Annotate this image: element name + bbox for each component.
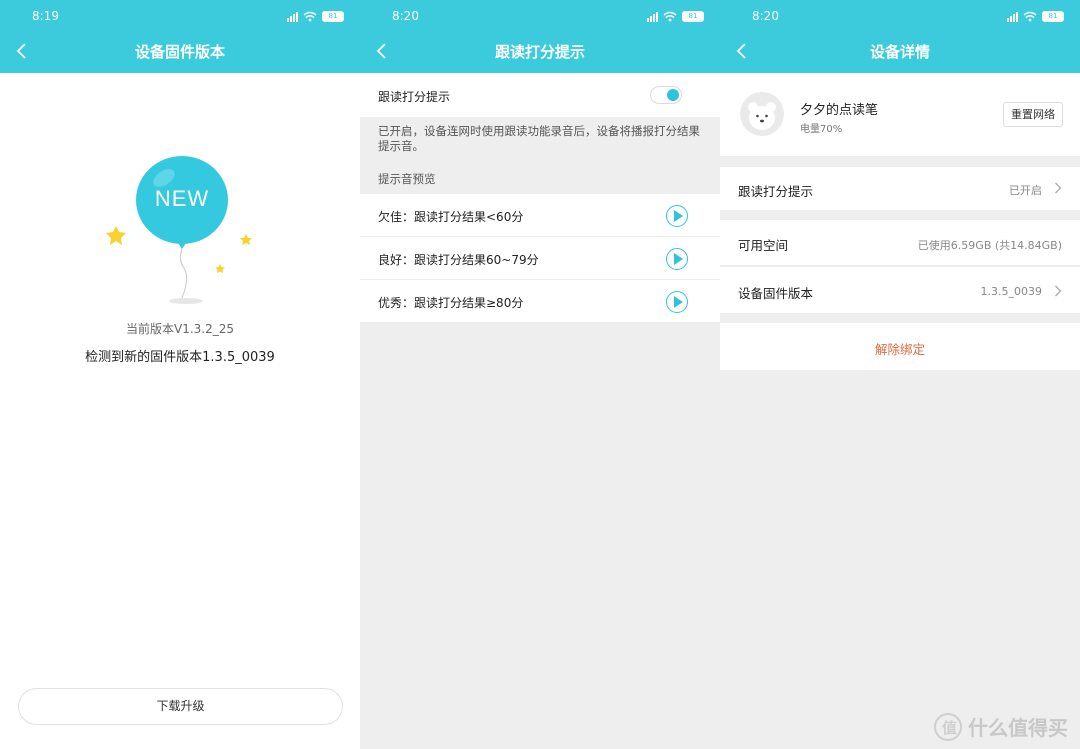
title-bar: 8:19 81 设备固件版本 xyxy=(0,0,360,73)
current-version: 当前版本V1.3.2_25 xyxy=(125,322,234,336)
preview-label: 欠佳：跟读打分结果<60分 xyxy=(378,210,524,224)
page-title: 跟读打分提示 xyxy=(494,43,585,61)
title-bar: 8:20 81 跟读打分提示 xyxy=(360,0,720,73)
firmware-version-screen: 8:19 81 设备固件版本 NEW 当前版本V1.3.2_25 检测到新的固件… xyxy=(0,0,360,749)
row-value: 已开启 xyxy=(1009,184,1042,197)
battery-icon: 81 xyxy=(322,10,344,22)
status-time: 8:20 xyxy=(752,9,779,23)
play-icon xyxy=(674,210,683,222)
status-icons: 81 xyxy=(1007,9,1064,23)
status-icons: 81 xyxy=(647,9,704,23)
section-header: 提示音预览 xyxy=(378,172,436,186)
wifi-icon xyxy=(1023,11,1037,21)
play-icon xyxy=(674,253,683,265)
play-icon xyxy=(674,296,683,308)
settings-row-score-tip[interactable]: 跟读打分提示 已开启 xyxy=(720,167,1080,210)
preview-label: 优秀：跟读打分结果≥80分 xyxy=(378,296,524,310)
device-name: 夕夕的点读笔 xyxy=(800,103,879,118)
preview-row-poor[interactable]: 欠佳：跟读打分结果<60分 xyxy=(360,194,720,237)
row-value: 已使用6.59GB (共14.84GB) xyxy=(917,239,1062,252)
bear-icon xyxy=(748,102,776,130)
toggle-label: 跟读打分提示 xyxy=(378,90,451,104)
unbind-row[interactable]: 解除绑定 xyxy=(720,323,1080,370)
page-title: 设备详情 xyxy=(869,43,930,61)
chevron-right-icon xyxy=(1055,285,1062,297)
star-icon xyxy=(215,264,225,273)
device-detail-screen: 8:20 81 设备详情 夕夕的点读笔 电量70% 重置网络 跟读打分提示 已开… xyxy=(720,0,1080,749)
chevron-right-icon xyxy=(1055,182,1062,194)
preview-label: 良好：跟读打分结果60~79分 xyxy=(378,253,539,267)
settings-row-firmware[interactable]: 设备固件版本 1.3.5_0039 xyxy=(720,267,1080,313)
wifi-icon xyxy=(303,11,317,21)
signal-icon xyxy=(1007,11,1018,22)
device-battery: 电量70% xyxy=(800,124,843,135)
reset-network-button[interactable]: 重置网络 xyxy=(1003,102,1063,127)
play-button[interactable] xyxy=(666,291,688,313)
device-card: 夕夕的点读笔 电量70% 重置网络 xyxy=(720,73,1080,156)
signal-icon xyxy=(647,11,658,22)
score-tip-toggle-row: 跟读打分提示 xyxy=(360,73,720,117)
play-button[interactable] xyxy=(666,248,688,270)
score-tip-toggle[interactable] xyxy=(650,86,682,104)
preview-row-good[interactable]: 良好：跟读打分结果60~79分 xyxy=(360,237,720,280)
star-icon xyxy=(106,226,126,245)
watermark-text: 什么值得买 xyxy=(968,716,1068,740)
star-icon xyxy=(240,234,252,245)
wifi-icon xyxy=(663,11,677,21)
row-label: 跟读打分提示 xyxy=(738,184,814,199)
new-version-notice: 检测到新的固件版本1.3.5_0039 xyxy=(85,350,275,365)
preview-row-excellent[interactable]: 优秀：跟读打分结果≥80分 xyxy=(360,280,720,323)
battery-icon: 81 xyxy=(682,10,704,22)
device-avatar xyxy=(740,92,784,136)
watermark-logo-icon: 值 xyxy=(934,712,962,741)
new-balloon-illustration: NEW xyxy=(100,150,265,310)
title-bar: 8:20 81 设备详情 xyxy=(720,0,1080,73)
settings-row-storage[interactable]: 可用空间 已使用6.59GB (共14.84GB) xyxy=(720,220,1080,266)
balloon-label: NEW xyxy=(154,186,210,211)
toggle-description: 已开启，设备连网时使用跟读功能录音后，设备将播报打分结果提示音。 xyxy=(378,124,700,153)
battery-icon: 81 xyxy=(1042,10,1064,22)
reading-score-tip-screen: 8:20 81 跟读打分提示 跟读打分提示 已开启，设备连网时使用跟读功能录音后… xyxy=(360,0,720,749)
status-time: 8:20 xyxy=(392,9,419,23)
status-icons: 81 xyxy=(287,9,344,23)
watermark: 值 什么值得买 xyxy=(934,712,1068,741)
row-label: 可用空间 xyxy=(738,238,789,253)
download-upgrade-button[interactable]: 下载升级 xyxy=(18,688,343,725)
row-label: 设备固件版本 xyxy=(738,286,814,301)
toggle-knob xyxy=(667,89,679,101)
signal-icon xyxy=(287,11,298,22)
row-value: 1.3.5_0039 xyxy=(980,285,1042,298)
status-time: 8:19 xyxy=(32,9,59,23)
page-title: 设备固件版本 xyxy=(134,43,225,61)
play-button[interactable] xyxy=(666,205,688,227)
unbind-device-button[interactable]: 解除绑定 xyxy=(720,339,1080,358)
